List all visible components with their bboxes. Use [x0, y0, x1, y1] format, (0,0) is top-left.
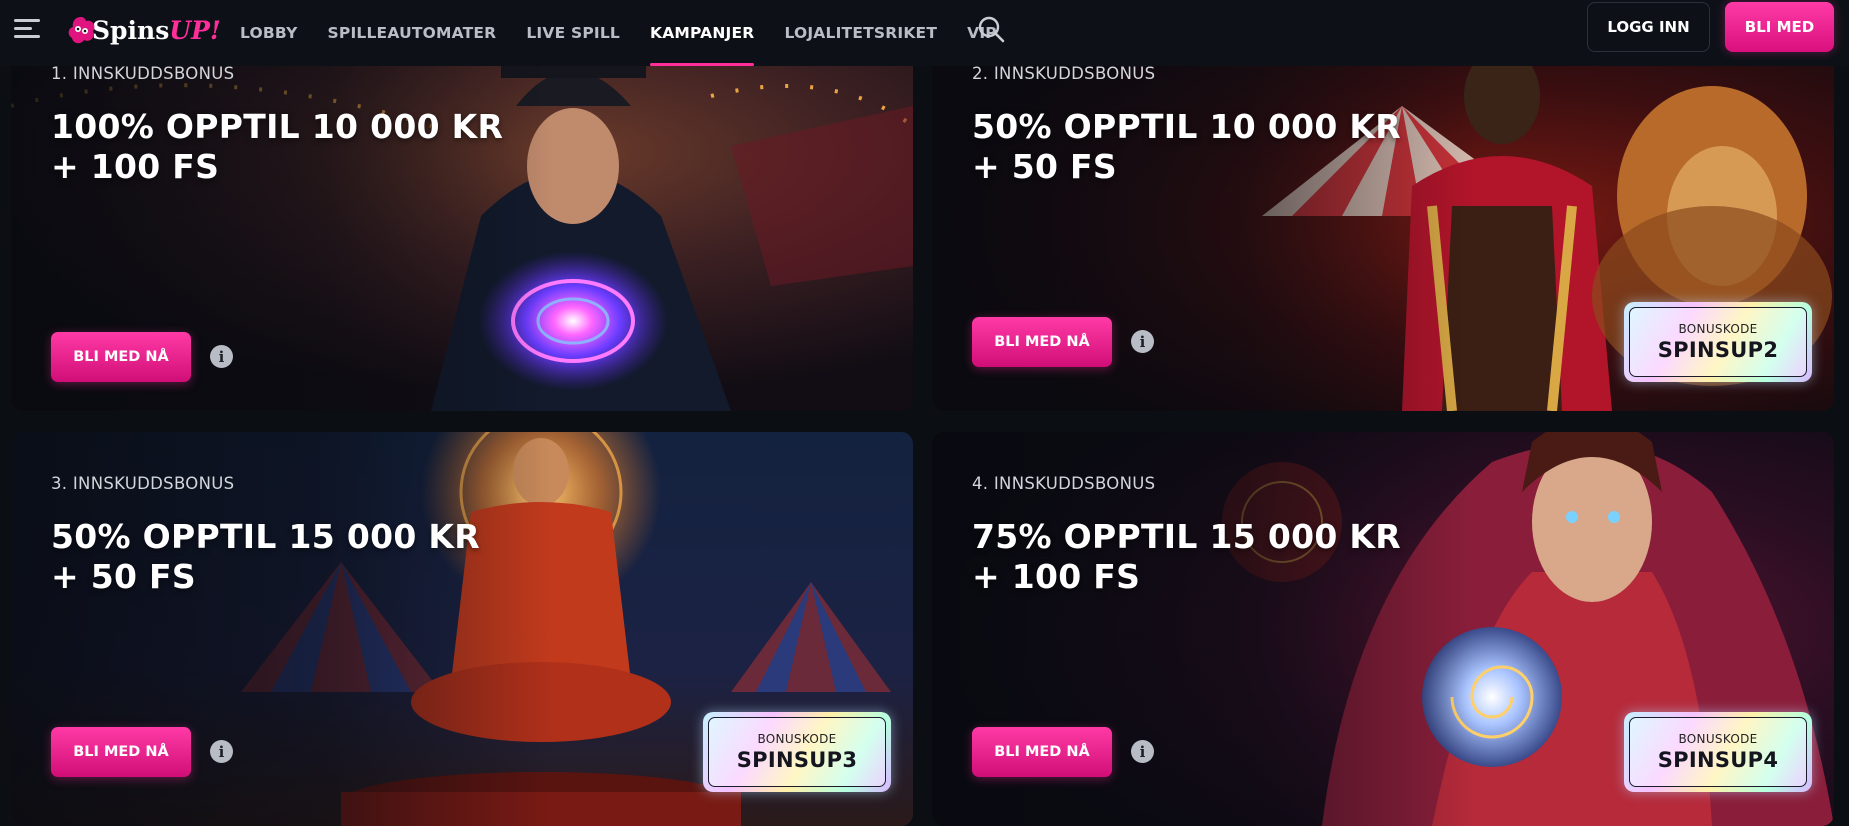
- bonus-code-inner: BONUSKODE SPINSUP4: [1629, 717, 1807, 787]
- promo-card-2: 2. INNSKUDDSBONUS 50% OPPTIL 10 000 KR +…: [932, 66, 1834, 411]
- bonus-code-label: BONUSKODE: [757, 732, 837, 746]
- promo-card-3: 3. INNSKUDDSBONUS 50% OPPTIL 15 000 KR +…: [11, 432, 913, 826]
- bonus-code-value: SPINSUP4: [1657, 748, 1779, 772]
- bonus-code-inner: BONUSKODE SPINSUP3: [708, 717, 886, 787]
- promo-title-line2: + 100 FS: [972, 557, 1141, 596]
- promo-label: 3. INNSKUDDSBONUS: [51, 474, 235, 493]
- promo-title: 50% OPPTIL 15 000 KR + 50 FS: [51, 517, 480, 597]
- promo-title-line1: 100% OPPTIL 10 000 KR: [51, 107, 504, 146]
- join-now-button[interactable]: BLI MED NÅ: [972, 317, 1112, 367]
- top-header: Spins UP! LOBBY SPILLEAUTOMATER LIVE SPI…: [0, 0, 1849, 66]
- promo-card-1: 1. INNSKUDDSBONUS 100% OPPTIL 10 000 KR …: [11, 66, 913, 411]
- bonus-code-value: SPINSUP2: [1657, 338, 1779, 362]
- join-now-button[interactable]: BLI MED NÅ: [51, 727, 191, 777]
- bonus-code-label: BONUSKODE: [1678, 732, 1758, 746]
- promo-title: 50% OPPTIL 10 000 KR + 50 FS: [972, 107, 1401, 187]
- bonus-code-inner: BONUSKODE SPINSUP2: [1629, 307, 1807, 377]
- nav-lobby[interactable]: LOBBY: [240, 0, 298, 66]
- nav-slots[interactable]: SPILLEAUTOMATER: [328, 0, 497, 66]
- bonus-code-box[interactable]: BONUSKODE SPINSUP4: [1624, 712, 1812, 792]
- info-icon[interactable]: i: [1131, 330, 1154, 353]
- search-icon[interactable]: [976, 14, 1006, 44]
- promo-title: 75% OPPTIL 15 000 KR + 100 FS: [972, 517, 1401, 597]
- nav-loyalty[interactable]: LOJALITETSRIKET: [784, 0, 937, 66]
- bonus-code-box[interactable]: BONUSKODE SPINSUP2: [1624, 302, 1812, 382]
- join-button[interactable]: BLI MED: [1725, 2, 1834, 52]
- promo-title-line1: 75% OPPTIL 15 000 KR: [972, 517, 1401, 556]
- info-icon[interactable]: i: [1131, 740, 1154, 763]
- promo-title-line2: + 50 FS: [51, 557, 196, 596]
- bonus-code-value: SPINSUP3: [736, 748, 858, 772]
- info-icon[interactable]: i: [210, 740, 233, 763]
- promo-label: 4. INNSKUDDSBONUS: [972, 474, 1156, 493]
- logo[interactable]: Spins UP!: [64, 10, 221, 50]
- promo-title-line2: + 50 FS: [972, 147, 1117, 186]
- promo-title-line1: 50% OPPTIL 15 000 KR: [51, 517, 480, 556]
- bonus-code-label: BONUSKODE: [1678, 322, 1758, 336]
- hamburger-menu-icon[interactable]: [14, 18, 40, 38]
- login-button[interactable]: LOGG INN: [1587, 2, 1710, 52]
- logo-text: Spins: [92, 15, 170, 45]
- nav-promotions[interactable]: KAMPANJER: [650, 0, 755, 66]
- promo-title-line1: 50% OPPTIL 10 000 KR: [972, 107, 1401, 146]
- promo-card-4: 4. INNSKUDDSBONUS 75% OPPTIL 15 000 KR +…: [932, 432, 1834, 826]
- promo-title: 100% OPPTIL 10 000 KR + 100 FS: [51, 107, 503, 187]
- info-icon[interactable]: i: [210, 345, 233, 368]
- logo-icon: [68, 17, 95, 44]
- join-now-button[interactable]: BLI MED NÅ: [51, 332, 191, 382]
- promo-label: 2. INNSKUDDSBONUS: [972, 66, 1156, 83]
- join-now-button[interactable]: BLI MED NÅ: [972, 727, 1112, 777]
- logo-text-accent: UP!: [169, 15, 221, 45]
- promo-title-line2: + 100 FS: [51, 147, 220, 186]
- promo-label: 1. INNSKUDDSBONUS: [51, 66, 235, 83]
- main-nav: LOBBY SPILLEAUTOMATER LIVE SPILL KAMPANJ…: [240, 0, 1027, 66]
- nav-live-games[interactable]: LIVE SPILL: [526, 0, 620, 66]
- bonus-code-box[interactable]: BONUSKODE SPINSUP3: [703, 712, 891, 792]
